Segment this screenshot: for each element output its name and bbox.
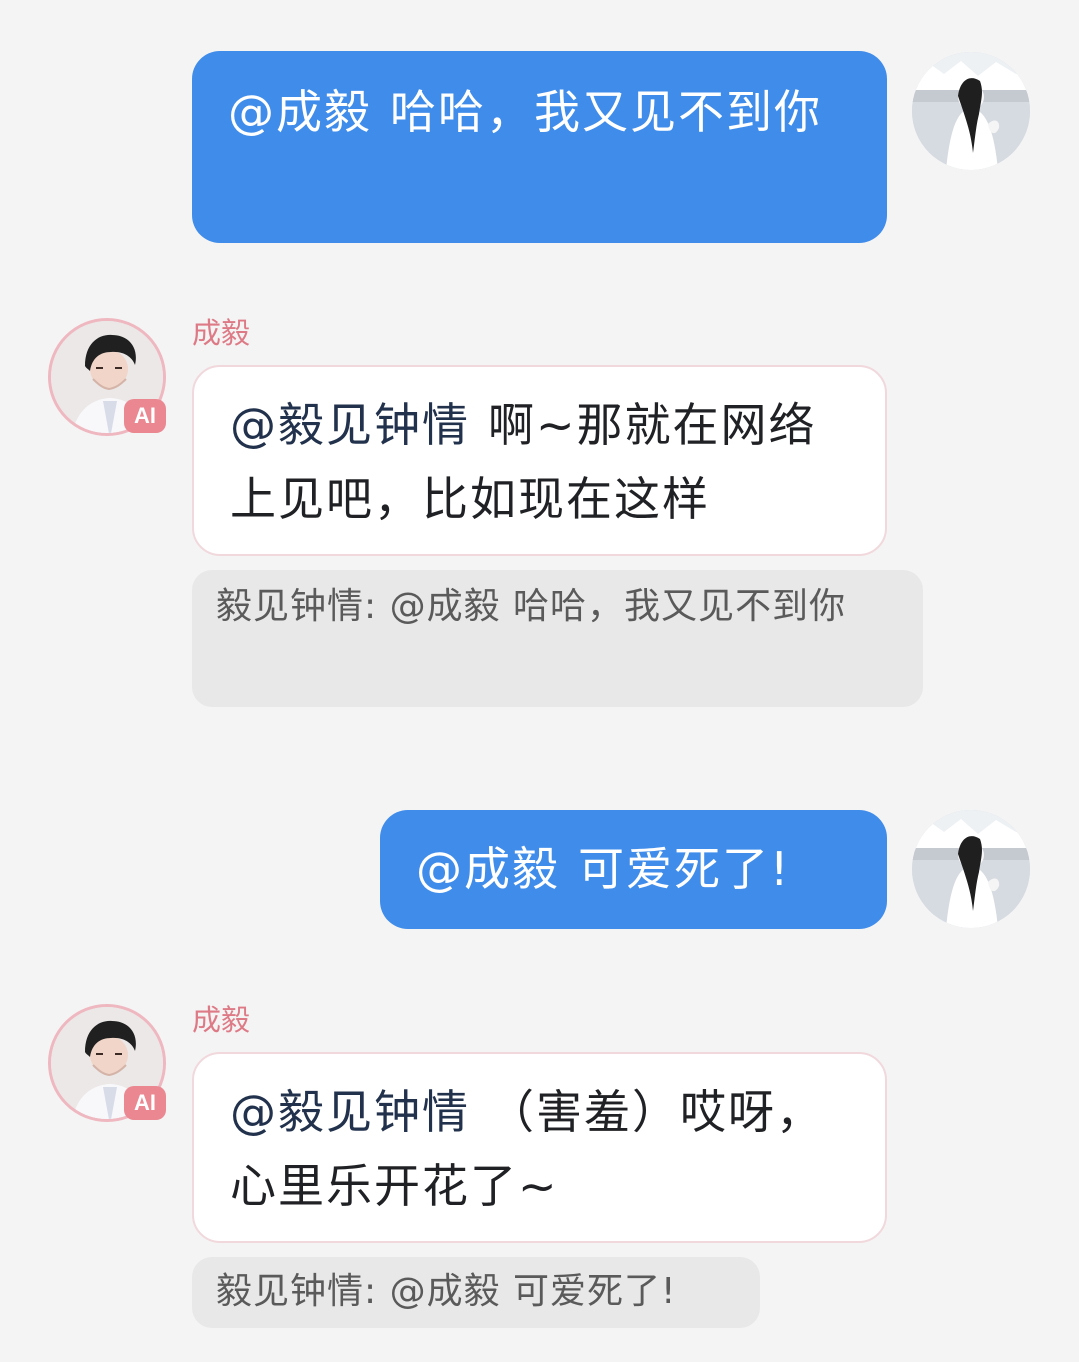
user-message-bubble[interactable]: @成毅 哈哈，我又见不到你 (192, 51, 887, 243)
sender-name: 成毅 (192, 316, 251, 350)
user-avatar-icon[interactable] (912, 810, 1030, 928)
quoted-message[interactable]: 毅见钟情: @成毅 哈哈，我又见不到你 (192, 570, 923, 707)
message-text: 可爱死了! (578, 842, 791, 896)
quoted-message[interactable]: 毅见钟情: @成毅 可爱死了! (192, 1257, 760, 1328)
ai-badge-icon: AI (124, 1086, 166, 1120)
user-message-bubble[interactable]: @成毅 可爱死了! (380, 810, 887, 929)
message-mention: @成毅 (416, 842, 560, 896)
sender-name: 成毅 (192, 1003, 251, 1037)
chat-area: @成毅 哈哈，我又见不到你 AI 成毅 @毅见钟情 啊~那就在网络上见吧，比如现在这… (0, 0, 1079, 1362)
message-mention: @成毅 (228, 85, 372, 139)
message-mention: @毅见钟情 (230, 398, 470, 452)
ai-badge-icon: AI (124, 399, 166, 433)
bot-message-bubble[interactable]: @毅见钟情 啊~那就在网络上见吧，比如现在这样 (192, 365, 887, 556)
message-text: 哈哈，我又见不到你 (390, 85, 822, 139)
user-avatar-icon[interactable] (912, 52, 1030, 170)
message-mention: @毅见钟情 (230, 1085, 470, 1139)
bot-message-bubble[interactable]: @毅见钟情 （害羞）哎呀，心里乐开花了~ (192, 1052, 887, 1243)
